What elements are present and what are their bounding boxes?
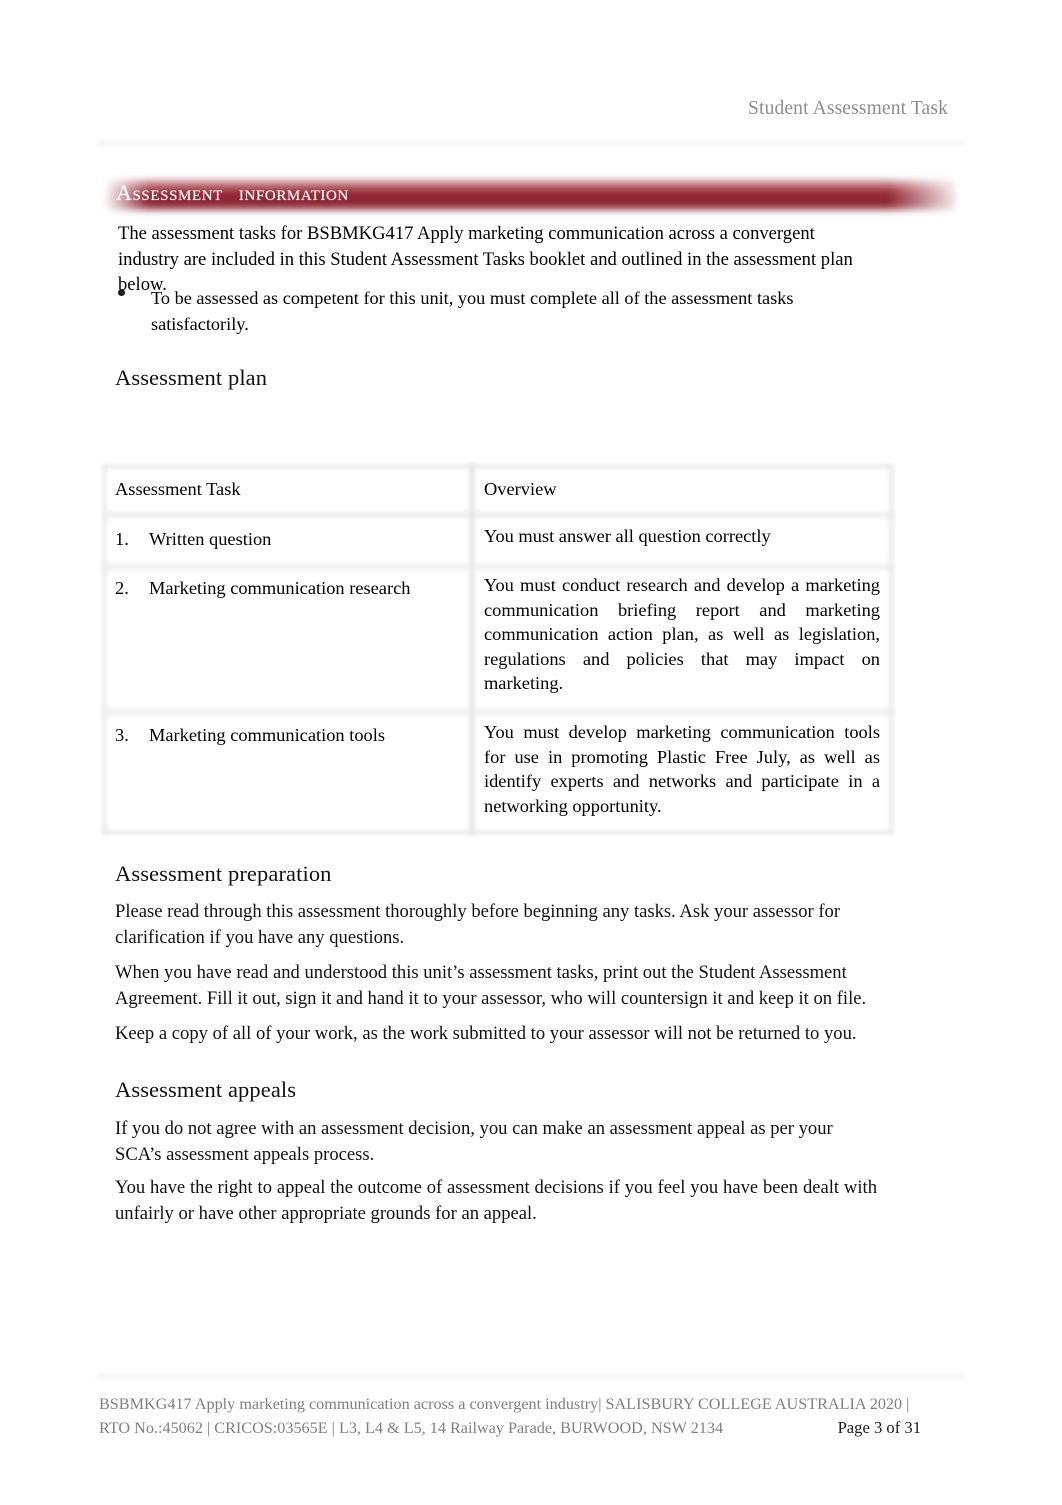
intro-bullet-item: To be assessed as competent for this uni…: [118, 286, 818, 337]
preparation-paragraph-1: Please read through this assessment thor…: [115, 901, 841, 948]
table-border-right: [890, 465, 893, 834]
section-banner-title: Assessment information: [116, 180, 349, 206]
section-banner-title-part1: Assessment: [116, 180, 223, 205]
table-row-number: 2.: [115, 578, 129, 598]
footer-line-2-row: RTO No.:45062 | CRICOS:03565E | L3, L4 &…: [99, 1416, 921, 1440]
bullet-dot-icon: [118, 289, 125, 296]
table-row-task: Marketing communication research: [149, 578, 411, 598]
table-row-divider: [103, 710, 893, 714]
table-row-divider: [103, 565, 893, 569]
document-footer: BSBMKG417 Apply marketing communication …: [99, 1392, 921, 1440]
table-column-divider: [470, 465, 474, 834]
table-border-bottom: [103, 831, 893, 834]
table-row-task: Written question: [149, 529, 272, 549]
header-title: Student Assessment Task: [748, 98, 948, 119]
table-row-task: Marketing communication tools: [149, 725, 385, 745]
section-banner-title-part2: information: [238, 180, 349, 205]
table-row-number: 3.: [115, 725, 129, 745]
footer-line-1: BSBMKG417 Apply marketing communication …: [99, 1395, 910, 1413]
section-banner: Assessment information: [98, 172, 964, 220]
table-row-overview: You must conduct research and develop a …: [484, 575, 880, 694]
table-row-overview: You must answer all question correctly: [484, 526, 771, 546]
preparation-paragraph-2: When you have read and understood this u…: [115, 962, 867, 1009]
assessment-appeals-heading: Assessment appeals: [115, 1077, 297, 1102]
header-divider: [96, 139, 966, 147]
table-border-left: [103, 465, 106, 834]
table-row-divider: [103, 513, 893, 517]
document-page: Student Assessment Task Assessment inform…: [0, 0, 1062, 1505]
table-row-overview: You must develop marketing communication…: [484, 722, 880, 816]
footer-line-2: RTO No.:45062 | CRICOS:03565E | L3, L4 &…: [99, 1419, 724, 1437]
document-header: Student Assessment Task: [0, 98, 1062, 132]
table-header-assessment-task: Assessment Task: [115, 479, 241, 499]
assessment-preparation-heading: Assessment preparation: [115, 861, 332, 886]
table-row: 2. Marketing communication research: [115, 576, 410, 601]
assessment-plan-heading: Assessment plan: [115, 365, 268, 390]
table-border-top: [103, 465, 893, 468]
table-row: 3. Marketing communication tools: [115, 723, 385, 748]
table-row-number: 1.: [115, 529, 129, 549]
appeals-paragraph-2: You have the right to appeal the outcome…: [115, 1177, 877, 1224]
page-number: Page 3 of 31: [837, 1418, 921, 1437]
footer-divider: [96, 1372, 966, 1382]
table-header-overview: Overview: [484, 479, 557, 499]
assessment-plan-table: Assessment Task Overview 1. Written quest…: [103, 465, 893, 834]
appeals-paragraph-1: If you do not agree with an assessment d…: [115, 1118, 833, 1165]
preparation-paragraph-3: Keep a copy of all of your work, as the …: [115, 1023, 857, 1044]
table-row: 1. Written question: [115, 527, 271, 552]
intro-bullet-text: To be assessed as competent for this uni…: [151, 288, 794, 334]
